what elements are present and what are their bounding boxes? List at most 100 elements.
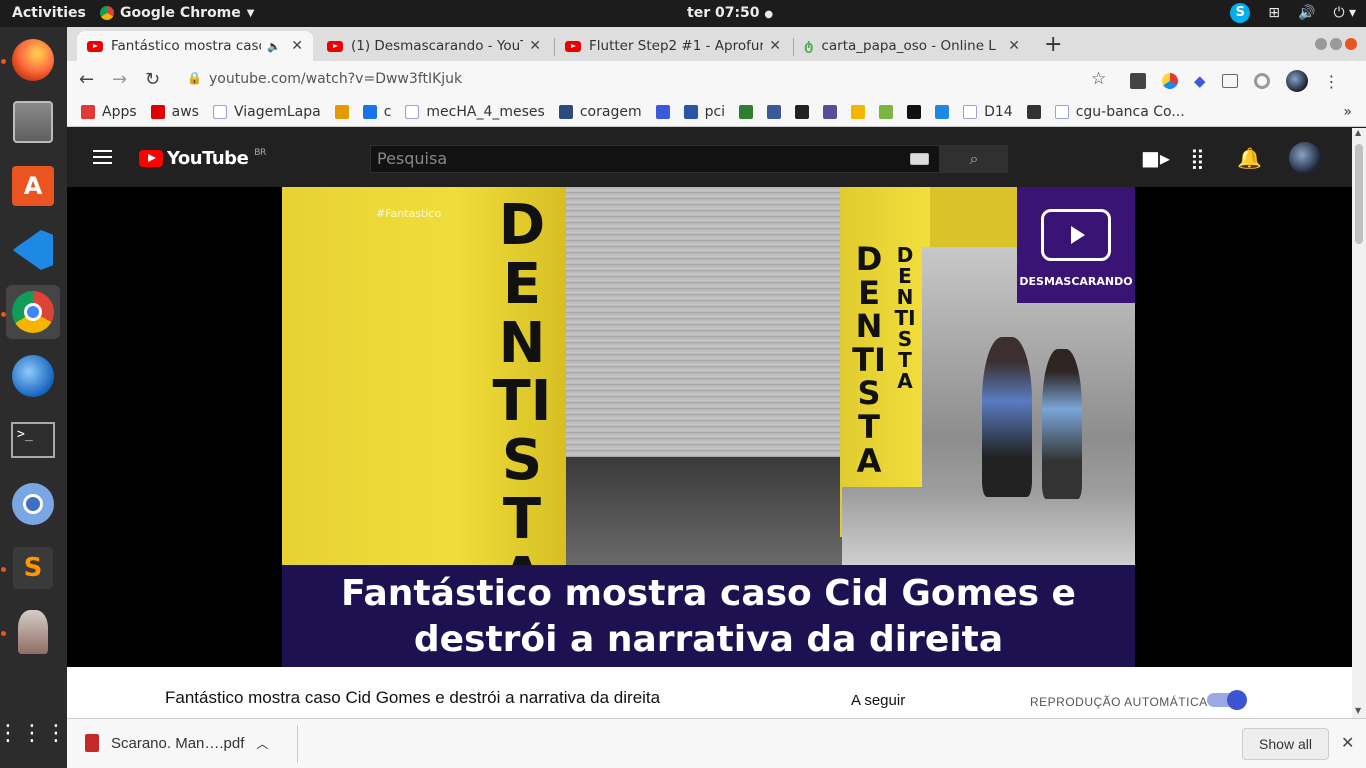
thunderbird-icon[interactable] xyxy=(6,349,60,403)
system-tray[interactable]: S ⊞ 🔊 ⏻ ▾ xyxy=(1230,3,1356,23)
address-bar[interactable]: youtube.com/watch?v=Dww3ftIKjuk xyxy=(209,71,462,87)
video-scene-shutter xyxy=(566,187,851,457)
download-item[interactable]: Scarano. Man….pdf ︿ xyxy=(85,734,268,752)
activities-button[interactable]: Activities xyxy=(12,5,86,21)
software-center-icon[interactable]: A xyxy=(6,159,60,213)
bookmark-item[interactable]: c xyxy=(362,104,391,120)
search-button[interactable]: ⌕ xyxy=(940,145,1008,173)
firefox-icon[interactable] xyxy=(6,33,60,87)
bookmark-label: mecHA_4_meses xyxy=(426,103,545,120)
power-icon[interactable]: ⏻ ▾ xyxy=(1333,5,1356,21)
terminal-icon[interactable]: >_ xyxy=(6,413,60,467)
bookmark-item[interactable] xyxy=(655,104,670,119)
account-avatar[interactable] xyxy=(1289,142,1321,174)
chevron-up-icon[interactable]: ︿ xyxy=(256,735,268,752)
diamond-extension-icon[interactable]: ◆ xyxy=(1194,72,1206,90)
maximize-icon[interactable] xyxy=(1330,38,1342,50)
chrome-menu-icon[interactable]: ⋮ xyxy=(1324,72,1340,91)
bookmark-item[interactable]: D14 xyxy=(963,104,1013,120)
bookmark-item[interactable] xyxy=(795,104,810,119)
bookmark-item[interactable]: aws xyxy=(150,104,199,120)
bookmark-item[interactable]: Apps xyxy=(81,104,137,120)
close-tab-icon[interactable]: ✕ xyxy=(523,38,541,54)
bookmark-item[interactable] xyxy=(739,104,754,119)
bookmark-item[interactable] xyxy=(879,104,894,119)
bookmark-item[interactable] xyxy=(1026,104,1041,119)
file-cabinet-icon[interactable] xyxy=(6,95,60,149)
tab-desmascarando[interactable]: (1) Desmascarando - YouTube ✕ xyxy=(317,31,551,61)
tab-flutter[interactable]: Flutter Step2 #1 - Aprofundamento ✕ xyxy=(555,31,791,61)
chrome-dock-icon[interactable] xyxy=(6,285,60,339)
bookmark-item[interactable] xyxy=(851,104,866,119)
scrollbar-thumb[interactable] xyxy=(1355,144,1363,244)
volume-icon[interactable]: 🔊 xyxy=(1298,5,1315,21)
circle-extension-icon[interactable] xyxy=(1253,73,1270,89)
bookmark-item[interactable] xyxy=(823,104,838,119)
keyboard-extension-icon[interactable] xyxy=(1221,74,1238,88)
tab-latex[interactable]: ტ carta_papa_oso - Online LaTeX ✕ xyxy=(794,31,1030,61)
skype-icon[interactable]: S xyxy=(1230,3,1251,23)
chrome-icon xyxy=(100,6,114,20)
profile-avatar[interactable] xyxy=(1285,70,1308,92)
network-icon[interactable]: ⊞ xyxy=(1268,5,1280,21)
apps-grid-icon[interactable]: ⣿ xyxy=(1190,146,1205,170)
bookmark-item[interactable]: pci xyxy=(683,103,726,120)
bookmark-item[interactable] xyxy=(935,104,950,119)
more-bookmarks-icon[interactable]: » xyxy=(1343,104,1352,120)
doc-icon xyxy=(963,104,978,119)
close-tab-icon[interactable]: ✕ xyxy=(1002,38,1020,54)
video-player[interactable]: DENTISTA DENTISTA DENTISTA #Fantastico D… xyxy=(282,187,1135,667)
close-tab-icon[interactable]: ✕ xyxy=(285,38,303,54)
up-next-heading: A seguir xyxy=(851,692,906,709)
bookmark-label: pci xyxy=(704,103,726,120)
bookmark-item[interactable] xyxy=(767,104,782,119)
scroll-down-icon[interactable]: ▼ xyxy=(1355,706,1361,715)
bookmark-item[interactable]: coragem xyxy=(558,104,642,120)
leaf-icon xyxy=(739,104,754,119)
youtube-logo[interactable]: YouTube BR xyxy=(139,148,266,169)
back-icon[interactable]: ← xyxy=(79,69,94,90)
autoplay-toggle[interactable] xyxy=(1207,690,1247,710)
close-window-icon[interactable] xyxy=(1345,38,1357,50)
show-all-button[interactable]: Show all xyxy=(1242,728,1329,760)
notification-dot-icon: ● xyxy=(764,9,774,20)
show-apps-icon[interactable]: ⋮⋮⋮ xyxy=(0,707,67,761)
mule-icon[interactable] xyxy=(6,605,60,659)
facebook-icon xyxy=(767,104,782,119)
reload-icon[interactable]: ↻ xyxy=(145,69,160,90)
caption-line-1: Fantástico mostra caso Cid Gomes e xyxy=(341,573,1076,614)
video-sign-text: DENTISTA xyxy=(492,193,552,608)
bookmark-star-icon[interactable]: ☆ xyxy=(1091,69,1106,89)
notifications-bell-icon[interactable]: 🔔 xyxy=(1237,146,1262,170)
sublime-text-icon[interactable]: S xyxy=(6,541,60,595)
download-extension-icon[interactable] xyxy=(1130,73,1146,89)
search-placeholder: Pesquisa xyxy=(377,149,448,168)
create-video-icon[interactable]: ■▸ xyxy=(1141,146,1170,170)
forward-icon[interactable]: → xyxy=(112,69,127,90)
clock[interactable]: ter 07:50 ● xyxy=(687,5,773,21)
bookmark-item[interactable] xyxy=(907,104,922,119)
hamburger-menu-icon[interactable] xyxy=(93,150,112,164)
bookmark-item[interactable]: mecHA_4_meses xyxy=(405,103,545,120)
doc-icon xyxy=(1054,104,1069,119)
lock-icon[interactable]: 🔒 xyxy=(187,71,202,85)
keyboard-icon[interactable] xyxy=(910,153,929,165)
chromium-icon[interactable] xyxy=(6,477,60,531)
bookmark-item[interactable]: ViagemLapa xyxy=(212,104,321,120)
tab-fantastico[interactable]: Fantástico mostra caso Cid Gomes e 🔈 ✕ xyxy=(77,31,313,61)
youtube-wordmark: YouTube xyxy=(167,148,249,169)
new-tab-button[interactable]: + xyxy=(1044,32,1062,57)
vscode-icon[interactable] xyxy=(6,223,60,277)
app-menu[interactable]: Google Chrome ▼ xyxy=(100,5,254,21)
tv-play-icon xyxy=(1041,209,1111,261)
close-shelf-icon[interactable]: ✕ xyxy=(1341,733,1354,752)
page-scrollbar[interactable]: ▲ ▼ xyxy=(1352,128,1366,718)
search-input[interactable]: Pesquisa xyxy=(370,145,940,173)
extensions-area: ◆ ⋮ xyxy=(1130,70,1340,92)
close-tab-icon[interactable]: ✕ xyxy=(763,38,781,54)
bookmark-item[interactable]: cgu-banca Co... xyxy=(1054,104,1185,120)
minimize-icon[interactable] xyxy=(1315,38,1327,50)
scroll-up-icon[interactable]: ▲ xyxy=(1355,128,1361,137)
color-picker-icon[interactable] xyxy=(1162,73,1178,89)
bookmark-item[interactable] xyxy=(334,104,349,119)
